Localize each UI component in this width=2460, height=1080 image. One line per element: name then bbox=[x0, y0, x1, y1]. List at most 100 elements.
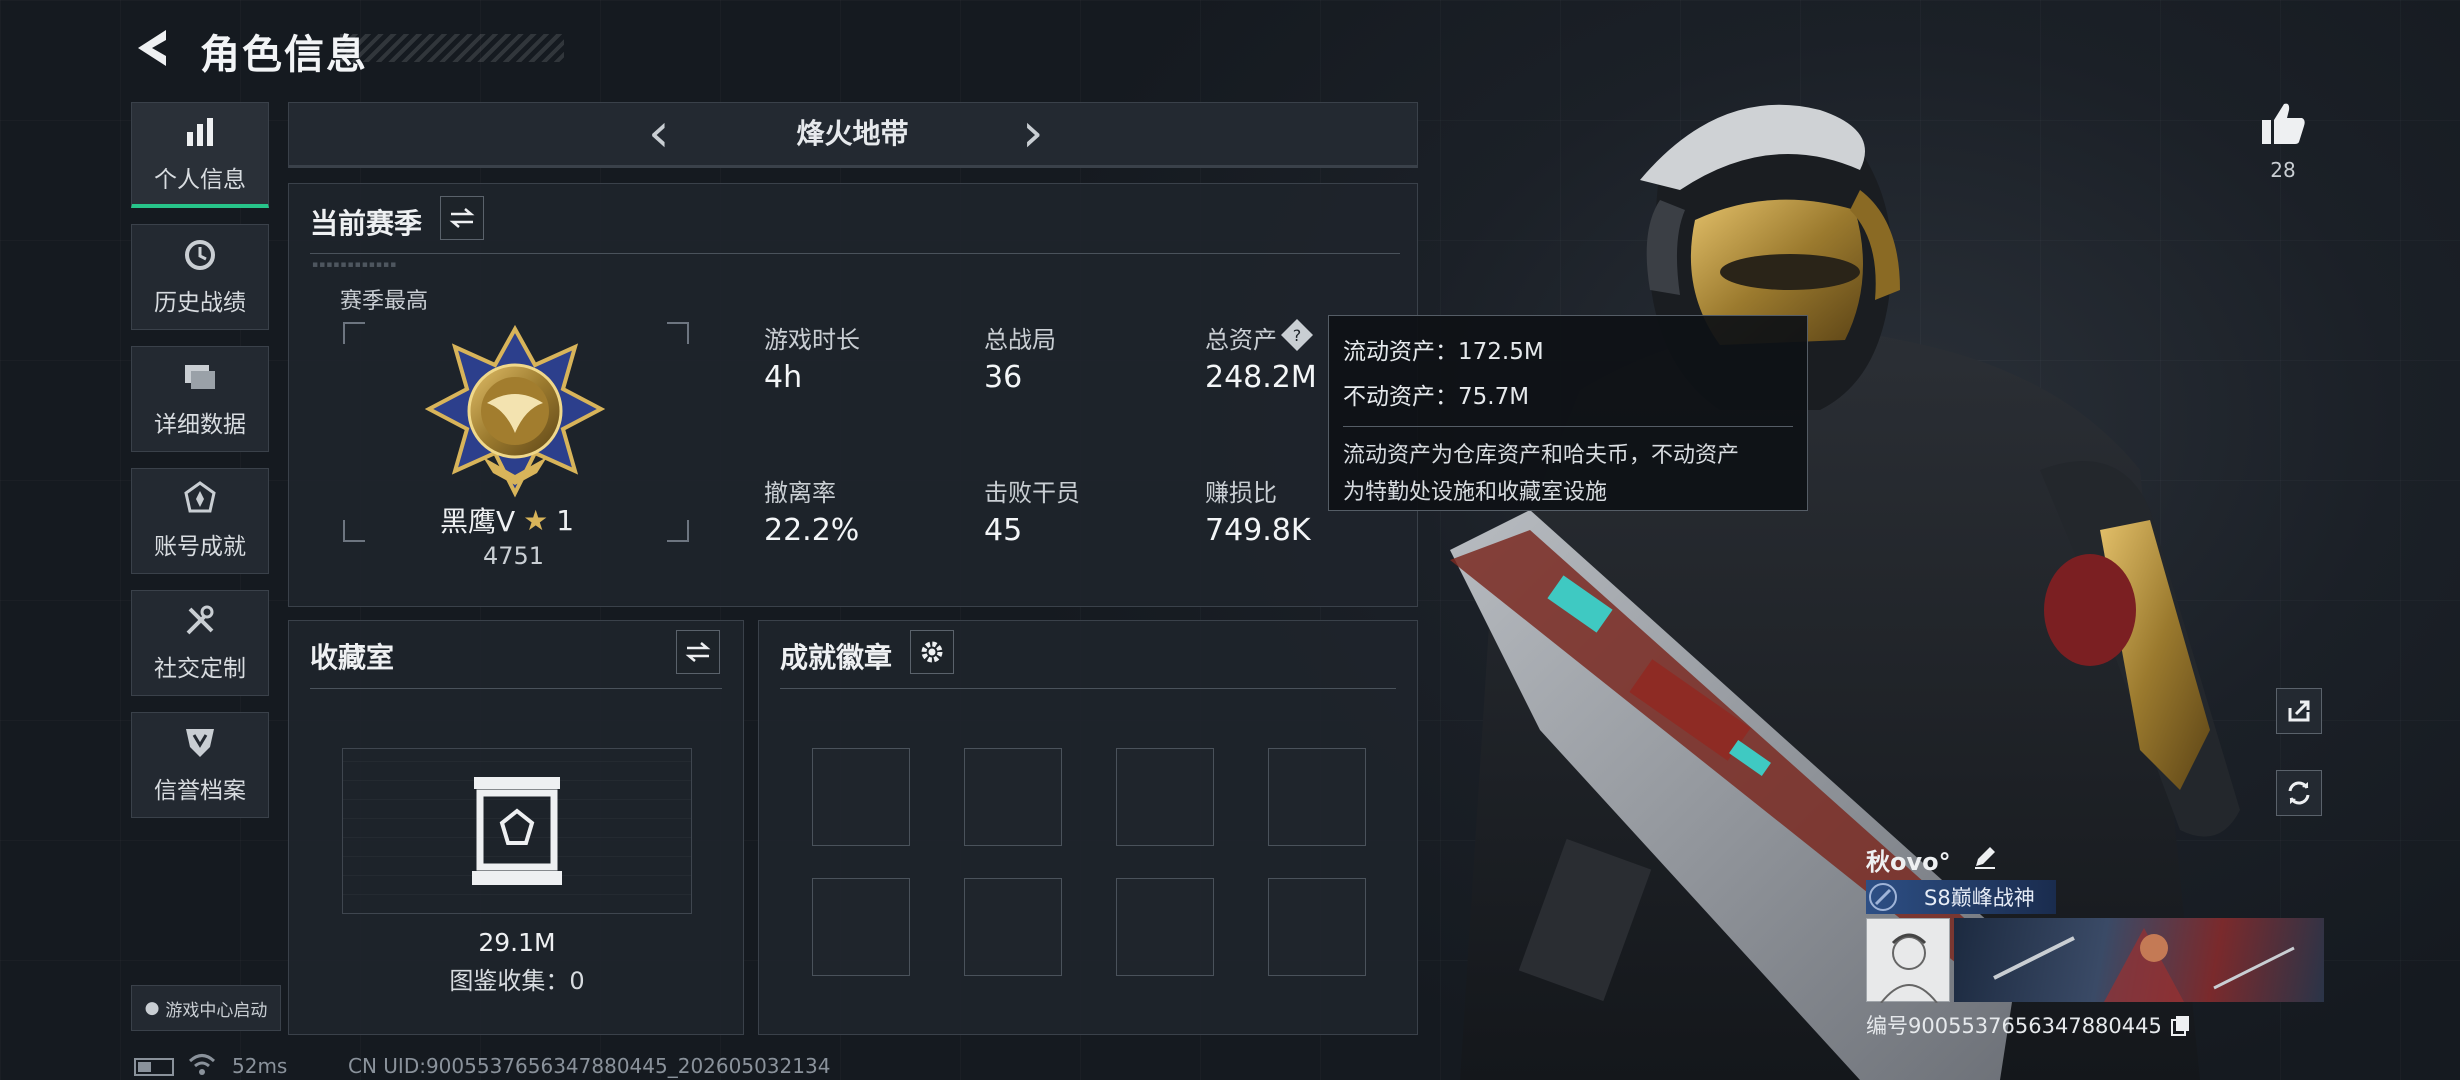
sidebar-item-label: 社交定制 bbox=[154, 656, 246, 682]
name-card-art bbox=[1993, 928, 2295, 1002]
sidebar-item-personal-info[interactable]: 个人信息 bbox=[131, 102, 269, 208]
refresh-button[interactable] bbox=[2276, 770, 2322, 816]
player-id-row: 编号9005537656347880445 bbox=[1866, 1010, 2192, 1040]
collection-case-icon bbox=[472, 777, 562, 885]
stat-label: 击败干员 bbox=[984, 479, 1080, 507]
sidebar-item-social-custom[interactable]: 社交定制 bbox=[131, 590, 269, 696]
badges-divider bbox=[780, 688, 1396, 689]
title-emblem-icon bbox=[1869, 883, 1897, 911]
sidebar-item-history[interactable]: 历史战绩 bbox=[131, 224, 269, 330]
tools-icon bbox=[186, 605, 214, 635]
rank-score: 4751 bbox=[483, 542, 545, 570]
back-arrow-icon[interactable] bbox=[132, 26, 176, 70]
season-divider bbox=[310, 253, 1400, 254]
collection-divider bbox=[310, 688, 722, 689]
sidebar-item-account-achievements[interactable]: 账号成就 bbox=[131, 468, 269, 574]
sidebar-item-detailed-data[interactable]: 详细数据 bbox=[131, 346, 269, 452]
sidebar-item-label: 详细数据 bbox=[154, 412, 246, 438]
tooltip-desc-line1: 流动资产为仓库资产和哈夫币，不动资产 bbox=[1343, 443, 1740, 468]
player-id: 编号9005537656347880445 bbox=[1866, 1014, 2162, 1038]
stat-value: 749.8K bbox=[1205, 513, 1311, 548]
player-title: S8巅峰战神 bbox=[1924, 886, 2035, 910]
rank-name: 黑鹰V bbox=[440, 505, 516, 538]
deco-text: ▪▪▪▪▪▪▪▪▪▪▪▪ bbox=[312, 260, 398, 270]
prev-mode-chevron-icon[interactable]: ‹ bbox=[648, 106, 670, 160]
next-mode-chevron-icon[interactable]: › bbox=[1022, 106, 1044, 160]
badges-title: 成就徽章 bbox=[780, 641, 893, 674]
rank-emblem-icon bbox=[425, 325, 605, 498]
sidebar-item-label: 历史战绩 bbox=[154, 290, 246, 316]
rank-star-icon: ★ bbox=[523, 503, 549, 537]
game-center-launch-button[interactable]: ● 游戏中心启动 bbox=[131, 985, 281, 1031]
swap-icon bbox=[449, 208, 475, 228]
player-title-banner: S8巅峰战神 bbox=[1866, 880, 2056, 914]
tooltip-divider bbox=[1343, 426, 1793, 427]
share-button[interactable] bbox=[2276, 688, 2322, 734]
frame-corner bbox=[667, 322, 689, 344]
achievement-icon bbox=[184, 481, 216, 513]
liquid-assets: 流动资产：172.5M bbox=[1343, 339, 1544, 365]
swap-icon bbox=[685, 642, 711, 662]
edit-pencil-icon[interactable] bbox=[1972, 844, 1998, 870]
rank-name-row: 黑鹰V ★ 1 bbox=[440, 500, 574, 540]
player-name-card[interactable] bbox=[1954, 918, 2324, 1002]
frame-corner bbox=[343, 322, 365, 344]
season-switch-button[interactable] bbox=[440, 196, 484, 240]
badge-slot[interactable] bbox=[1268, 878, 1366, 976]
stat-value: 45 bbox=[984, 513, 1023, 548]
badge-slot[interactable] bbox=[1116, 878, 1214, 976]
stat-label: 总资产 bbox=[1205, 326, 1277, 354]
badge-slot[interactable] bbox=[812, 878, 910, 976]
shield-icon bbox=[186, 729, 214, 757]
wifi-icon bbox=[188, 1054, 216, 1075]
ping-text: 52ms bbox=[232, 1054, 288, 1078]
folder-icon bbox=[185, 365, 215, 389]
thumbs-up-icon[interactable] bbox=[2258, 98, 2308, 148]
fixed-assets: 不动资产：75.7M bbox=[1343, 384, 1530, 410]
avatar-sketch-icon bbox=[1880, 933, 1938, 1004]
badge-slot[interactable] bbox=[1116, 748, 1214, 846]
sidebar-item-label: 个人信息 bbox=[154, 166, 246, 193]
launch-label: 游戏中心启动 bbox=[165, 1000, 268, 1021]
player-avatar[interactable] bbox=[1866, 918, 1950, 1004]
svg-text:?: ? bbox=[1293, 326, 1302, 345]
refresh-icon bbox=[2288, 781, 2310, 805]
help-question-icon[interactable]: ? bbox=[1280, 318, 1314, 352]
stat-value: 248.2M bbox=[1205, 360, 1317, 395]
collection-switch-button[interactable] bbox=[676, 630, 720, 674]
stat-label: 撤离率 bbox=[764, 479, 836, 507]
season-title: 当前赛季 bbox=[310, 207, 423, 240]
gear-icon bbox=[921, 641, 943, 663]
uid-text: CN UID:9005537656347880445_202605032134 bbox=[348, 1054, 831, 1078]
stat-label: 总战局 bbox=[984, 326, 1056, 354]
collection-value: 29.1M bbox=[478, 928, 556, 957]
rank-star-count: 1 bbox=[556, 503, 575, 537]
sidebar-item-label: 账号成就 bbox=[154, 534, 246, 560]
history-icon bbox=[185, 240, 215, 270]
collection-title: 收藏室 bbox=[310, 641, 395, 674]
battery-icon bbox=[134, 1058, 174, 1076]
badge-slot[interactable] bbox=[812, 748, 910, 846]
season-best-label: 赛季最高 bbox=[340, 289, 429, 314]
badges-settings-button[interactable] bbox=[910, 630, 954, 674]
stat-label: 赚损比 bbox=[1205, 479, 1277, 507]
like-count: 28 bbox=[2270, 158, 2296, 182]
stat-value: 4h bbox=[764, 360, 803, 395]
sidebar-item-label: 信誉档案 bbox=[154, 778, 246, 804]
frame-corner bbox=[343, 520, 365, 542]
assets-tooltip: 流动资产：172.5M 不动资产：75.7M 流动资产为仓库资产和哈夫币，不动资… bbox=[1328, 315, 1808, 511]
stat-value: 22.2% bbox=[764, 513, 860, 548]
badge-slot[interactable] bbox=[1268, 748, 1366, 846]
sidebar-item-credit-file[interactable]: 信誉档案 bbox=[131, 712, 269, 818]
badge-slot[interactable] bbox=[964, 878, 1062, 976]
title-decoration bbox=[340, 34, 564, 62]
badge-slot[interactable] bbox=[964, 748, 1062, 846]
catalog-count: 图鉴收集：0 bbox=[449, 967, 585, 995]
qq-icon: ● bbox=[144, 998, 160, 1018]
player-name: 秋ovo° bbox=[1866, 848, 1951, 876]
stat-value: 36 bbox=[984, 360, 1023, 395]
copy-icon[interactable] bbox=[2170, 1014, 2192, 1036]
tooltip-desc-line2: 为特勤处设施和收藏室设施 bbox=[1343, 480, 1608, 505]
bar-chart-icon bbox=[187, 117, 213, 146]
frame-corner bbox=[667, 520, 689, 542]
